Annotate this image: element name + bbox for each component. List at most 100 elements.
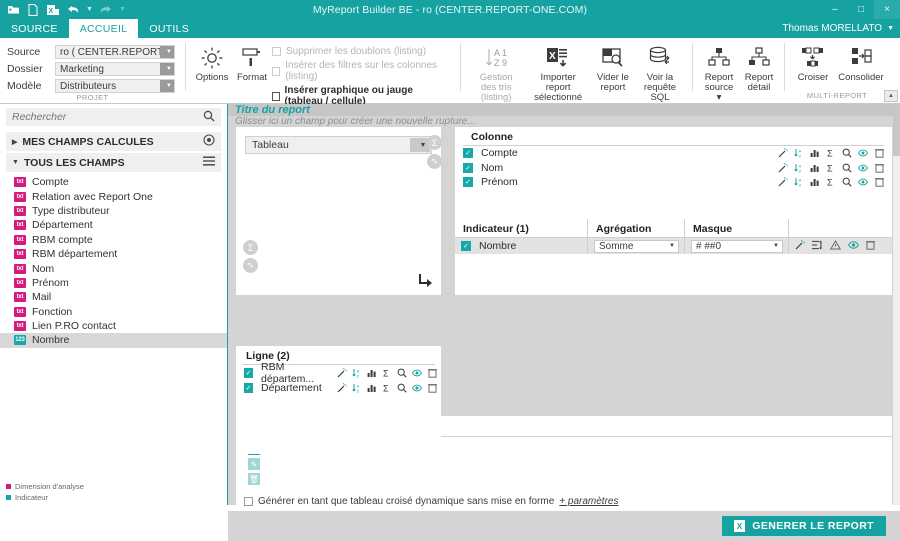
sort-az-icon[interactable]: AZ [352,383,362,393]
pivot-option-row[interactable]: Générer en tant que tableau croisé dynam… [236,491,892,511]
wand-icon[interactable] [778,162,788,173]
undo-icon[interactable] [66,3,80,17]
minimize-button[interactable]: – [822,0,848,19]
sidebar-group-tous-les-champs[interactable]: ▼ TOUS LES CHAMPS [6,153,221,172]
vertical-scrollbar[interactable] [893,104,900,505]
chart-icon[interactable] [810,148,820,158]
list-item[interactable]: txt RBM compte [0,233,227,247]
collapse-ribbon-icon[interactable]: ▲ [884,90,898,102]
sort-az-icon[interactable]: AZ [352,368,362,378]
mask-combobox[interactable]: # ##0 ▼ [691,239,783,253]
sort-az-icon[interactable]: AZ [794,148,804,158]
chart-icon[interactable] [367,383,377,393]
list-item[interactable]: txt Compte [0,175,227,189]
list-item[interactable]: txt Fonction [0,305,227,319]
format-button[interactable]: Format [232,41,272,83]
generate-report-button[interactable]: X GENERER LE REPORT [722,516,886,536]
colonne-row[interactable]: ✓ Compte AZ Σ [455,146,892,161]
new-document-icon[interactable] [26,3,40,17]
tab-source[interactable]: SOURCE [0,19,69,38]
search-icon[interactable] [842,148,852,158]
pivot-checkbox[interactable] [244,496,253,506]
chevron-down-icon[interactable]: ▼ [769,243,779,249]
folder-icon[interactable] [6,3,20,17]
colonne-zone[interactable]: Colonne ✓ Compte AZ Σ ✓ Nom A Z Σ ✓ Prén… [455,127,900,211]
wand-icon[interactable] [778,177,788,187]
search-icon[interactable] [203,110,215,125]
chevron-down-icon[interactable]: ▼ [160,63,174,75]
ligne-zone[interactable]: Ligne (2) ✓ RBM départem... AZ Σ ✓ Dépar… [236,346,441,454]
consolider-button[interactable]: Consolider [835,41,887,83]
eye-icon[interactable] [412,368,422,378]
list-item[interactable]: txt Mail [0,290,227,304]
search-input[interactable] [6,110,221,124]
sum-icon[interactable]: Σ [382,368,392,378]
search-icon[interactable] [842,163,852,173]
scrollbar-thumb[interactable] [893,104,900,156]
list-item[interactable]: txt RBM département [0,247,227,261]
sum-toggle-icon[interactable]: Σ [427,135,442,150]
delete-icon[interactable] [866,240,875,253]
report-title[interactable]: Titre du report [228,104,900,116]
list-item[interactable]: 123 Nombre [0,333,227,348]
report-detail-button[interactable]: Report détail [739,41,779,93]
chevron-down-icon[interactable]: ▼ [160,80,174,92]
alert-icon[interactable] [829,239,842,253]
wand-icon[interactable] [337,382,347,393]
checkbox-supprimer-doublons[interactable]: Supprimer les doublons (listing) [272,46,453,57]
checkbox-checked-icon[interactable]: ✓ [463,162,473,173]
chart-icon[interactable] [367,368,377,378]
search-box[interactable] [6,108,221,126]
save-excel-icon[interactable]: X [46,3,60,17]
delete-icon[interactable] [427,383,437,393]
delete-icon[interactable] [874,148,884,158]
table-row[interactable]: ✓ Nombre Somme ▼ # ##0 ▼ [455,238,892,254]
sidebar-group-mes-champs-calcules[interactable]: ▶ MES CHAMPS CALCULES [6,132,221,151]
search-icon[interactable] [842,177,852,187]
indicateur-cell[interactable]: ✓ Nombre [455,238,587,254]
delete-icon[interactable] [874,177,884,187]
gestion-tris-button[interactable]: A 1Z 9 Gestion des tris (listing) [467,41,525,103]
sum-icon[interactable]: Σ [826,177,836,188]
eye-icon[interactable] [412,383,422,393]
report-source-button[interactable]: Report source ▾ [699,41,739,103]
field-list[interactable]: txt Compte txt Relation avec Report One tx… [0,175,227,505]
sum-icon[interactable]: Σ [826,148,836,159]
delete-icon[interactable] [427,368,437,378]
sort-az-icon[interactable]: AZ [794,163,804,173]
source-combobox[interactable]: ro ( CENTER.REPORT-O... ▼ [55,45,175,59]
aggregation-combobox[interactable]: Somme ▼ [594,239,679,253]
break-drop-zone[interactable]: Glisser ici un champ pour créer une nouv… [228,116,900,127]
importer-report-button[interactable]: X Importer report sélectionné [525,41,591,103]
sort-az-icon[interactable]: AZ [794,177,804,187]
search-icon[interactable] [397,368,407,378]
list-item[interactable]: txt Département [0,218,227,232]
checkbox-checked-icon[interactable]: ✓ [244,367,254,378]
masque-cell[interactable]: # ##0 ▼ [684,238,788,254]
report-type-combobox[interactable]: Tableau ▼ [245,136,432,154]
sparkline-toggle-icon[interactable]: ∿ [427,154,442,169]
maximize-button[interactable]: □ [848,0,874,19]
modele-combobox[interactable]: Distributeurs ▼ [55,79,175,93]
checkbox-checked-icon[interactable]: ✓ [463,177,473,188]
ligne-row[interactable]: ✓ RBM départem... AZ Σ [236,361,441,385]
user-menu[interactable]: Thomas MORELLATO ▼ [782,19,894,38]
agregation-cell[interactable]: Somme ▼ [587,238,684,254]
sum-toggle-icon[interactable]: Σ [243,240,258,255]
chart-icon[interactable] [810,163,820,173]
close-button[interactable]: × [874,0,900,19]
tab-accueil[interactable]: ACCUEIL [68,19,139,38]
add-calculated-field-icon[interactable] [203,134,215,149]
undo-dropdown-caret[interactable]: ▼ [86,6,93,13]
dossier-combobox[interactable]: Marketing ▼ [55,62,175,76]
list-item[interactable]: txt Prénom [0,276,227,290]
delete-icon[interactable] [874,163,884,173]
search-icon[interactable] [397,383,407,393]
wand-icon[interactable] [795,239,805,253]
colonne-row[interactable]: ✓ Prénom AZ Σ [455,175,892,190]
options-button[interactable]: Options [192,41,232,83]
menu-icon[interactable] [203,156,215,169]
checkbox-checked-icon[interactable]: ✓ [461,241,471,251]
list-item[interactable]: txt Relation avec Report One [0,189,227,203]
checkbox-checked-icon[interactable]: ✓ [463,148,473,159]
